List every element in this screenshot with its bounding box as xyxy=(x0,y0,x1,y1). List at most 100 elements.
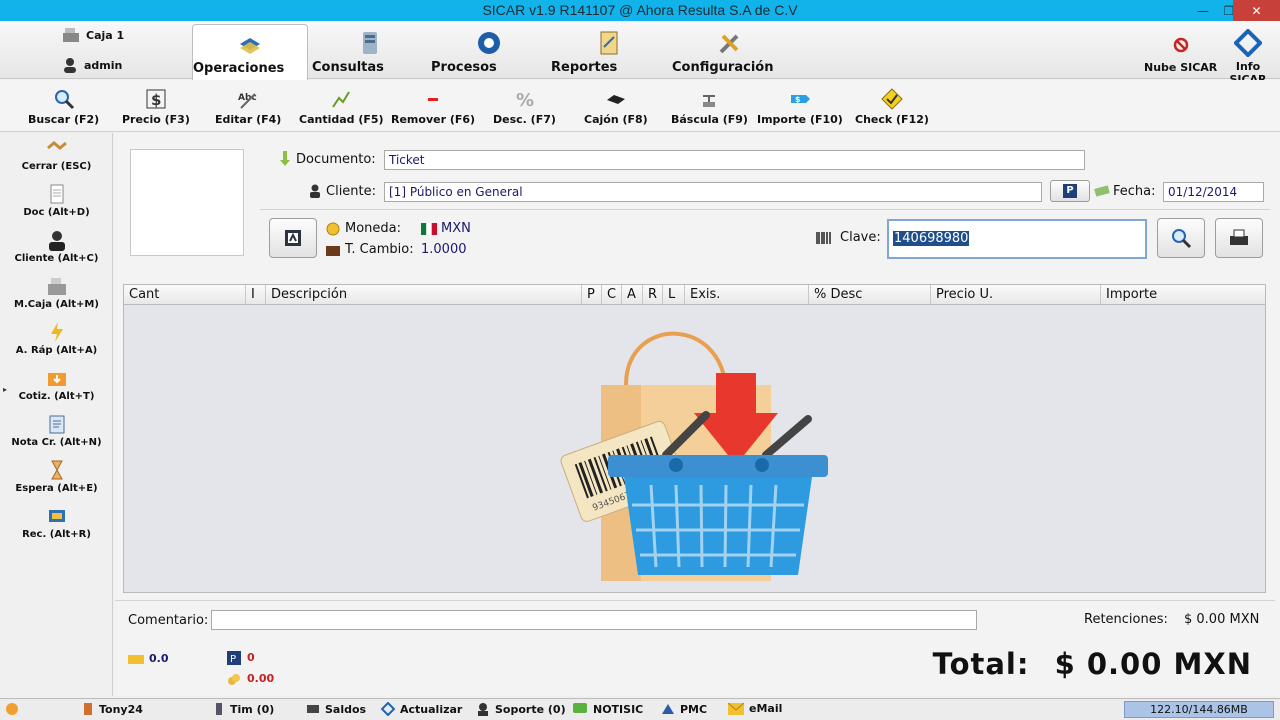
status-saldos[interactable]: Saldos xyxy=(306,702,366,716)
status-email[interactable]: eMail xyxy=(728,702,782,715)
barcode-icon xyxy=(816,232,831,244)
sidebar-cerrar[interactable]: Cerrar (ESC) xyxy=(0,137,113,172)
importe-button[interactable]: $ Importe (F10) xyxy=(757,88,843,126)
cash-drawer-button[interactable] xyxy=(269,218,317,258)
receive-icon xyxy=(48,510,65,522)
col-descripcion[interactable]: Descripción xyxy=(266,285,582,304)
col-exis[interactable]: Exis. xyxy=(685,285,809,304)
sidebar-rec[interactable]: Rec. (Alt+R) xyxy=(0,505,113,540)
comentario-field[interactable] xyxy=(211,610,977,630)
editar-button[interactable]: Abc Editar (F4) xyxy=(215,88,281,126)
clave-input[interactable]: 140698980 xyxy=(887,219,1147,259)
col-precio[interactable]: Precio U. xyxy=(931,285,1101,304)
cliente-field[interactable]: [1] Público en General xyxy=(384,182,1042,202)
operations-icon xyxy=(240,38,260,54)
tab-operaciones[interactable]: Operaciones xyxy=(192,24,308,80)
folder-download-icon xyxy=(47,373,66,386)
edit-text-icon: Abc xyxy=(238,93,257,109)
sidebar-arap[interactable]: A. Ráp (Alt+A) xyxy=(0,321,113,356)
sidebar-doc[interactable]: Doc (Alt+D) xyxy=(0,183,113,218)
cliente-label: Cliente: xyxy=(326,184,377,199)
col-p[interactable]: P xyxy=(582,285,602,304)
status-label: Tony24 xyxy=(99,702,143,716)
sidebar-label: Cotiz. (Alt+T) xyxy=(18,391,95,402)
precio-button[interactable]: $ Precio (F3) xyxy=(122,88,190,126)
sidebar-label: Espera (Alt+E) xyxy=(15,483,98,494)
fecha-field[interactable]: 01/12/2014 xyxy=(1163,182,1264,202)
col-desc[interactable]: % Desc xyxy=(809,285,931,304)
col-l[interactable]: L xyxy=(663,285,685,304)
tab-reportes[interactable]: Reportes xyxy=(551,24,667,79)
document-icon xyxy=(50,184,63,204)
nube-sicar-button[interactable]: Nube SICAR xyxy=(1144,35,1217,74)
saldos-icon xyxy=(307,705,319,713)
lightning-icon xyxy=(50,322,63,342)
quantity-icon xyxy=(332,91,351,108)
search-icon xyxy=(1172,229,1192,249)
cantidad-button[interactable]: Cantidad (F5) xyxy=(299,88,384,126)
caja-label: Caja 1 xyxy=(86,28,125,42)
col-r[interactable]: R xyxy=(643,285,663,304)
buscar-button[interactable]: Buscar (F2) xyxy=(28,88,99,126)
money-icon xyxy=(1094,185,1110,197)
descuento-label: Desc. (F7) xyxy=(493,113,556,126)
scale-icon xyxy=(703,95,716,107)
print-button[interactable] xyxy=(1215,218,1263,258)
product-image-box xyxy=(130,149,244,256)
fecha-label: Fecha: xyxy=(1113,184,1156,199)
col-cant[interactable]: Cant xyxy=(124,285,246,304)
cajon-button[interactable]: Cajón (F8) xyxy=(584,88,648,126)
clave-value: 140698980 xyxy=(893,231,970,246)
status-actualizar[interactable]: Actualizar xyxy=(381,702,462,716)
documento-field[interactable]: Ticket xyxy=(384,150,1085,170)
register-icon xyxy=(47,278,66,295)
sidebar-notacr[interactable]: Nota Cr. (Alt+N) xyxy=(0,413,113,448)
tab-configuracion[interactable]: Configuración xyxy=(672,24,788,79)
items-grid-body: 9345067891 xyxy=(123,305,1266,593)
status-notisic[interactable]: NOTISIC xyxy=(572,702,643,716)
sale-panel: Documento: Ticket Cliente: [1] Público e… xyxy=(115,133,1280,696)
col-c[interactable]: C xyxy=(602,285,622,304)
bascula-label: Báscula (F9) xyxy=(671,113,748,126)
info-sicar-button[interactable]: Info SICAR xyxy=(1216,29,1280,86)
descuento-button[interactable]: % Desc. (F7) xyxy=(493,88,556,126)
p-button[interactable]: P xyxy=(1050,180,1090,202)
bascula-button[interactable]: Báscula (F9) xyxy=(671,88,748,126)
remover-button[interactable]: Remover (F6) xyxy=(391,88,475,126)
sidebar-label: Doc (Alt+D) xyxy=(23,207,90,218)
total-display: Total: $ 0.00 MXN xyxy=(933,647,1252,681)
sidebar-cliente[interactable]: Cliente (Alt+C) xyxy=(0,229,113,264)
status-tim[interactable]: Tim (0) xyxy=(213,702,274,716)
client-small-icon xyxy=(310,184,320,198)
buscar-label: Buscar (F2) xyxy=(28,113,100,126)
check-button[interactable]: Check (F12) xyxy=(855,88,929,126)
close-window-button[interactable]: ✕ xyxy=(1233,0,1280,21)
sidebar-collapse-handle[interactable]: ▸ xyxy=(3,385,7,394)
server-icon xyxy=(363,32,377,54)
search-product-button[interactable] xyxy=(1157,218,1205,258)
user-status-icon xyxy=(84,703,92,715)
cambio-label: T. Cambio: xyxy=(345,242,414,257)
col-importe[interactable]: Importe xyxy=(1101,285,1265,304)
sidebar-mcaja[interactable]: M.Caja (Alt+M) xyxy=(0,275,113,310)
sidebar-label: Cerrar (ESC) xyxy=(21,161,92,172)
tab-procesos[interactable]: Procesos xyxy=(431,24,547,79)
col-i[interactable]: I xyxy=(246,285,266,304)
sidebar-espera[interactable]: Espera (Alt+E) xyxy=(0,459,113,494)
col-a[interactable]: A xyxy=(622,285,643,304)
minimize-button[interactable]: — xyxy=(1190,0,1216,21)
coins-icon xyxy=(228,674,240,685)
status-pmc[interactable]: PMC xyxy=(661,702,707,716)
svg-text:%: % xyxy=(516,90,534,110)
diamond-arrows-icon xyxy=(1234,29,1262,57)
tab-label: Procesos xyxy=(431,60,497,75)
gear-icon xyxy=(478,32,500,54)
sidebar-cotiz[interactable]: Cotiz. (Alt+T) xyxy=(0,367,113,402)
tab-consultas[interactable]: Consultas xyxy=(312,24,428,79)
left-sidebar: Cerrar (ESC) Doc (Alt+D) Cliente (Alt+C)… xyxy=(0,133,113,696)
editar-label: Editar (F4) xyxy=(215,113,282,126)
status-soporte[interactable]: Soporte (0) xyxy=(476,702,566,716)
status-tony24[interactable]: Tony24 xyxy=(82,702,143,716)
moneda-label: Moneda: xyxy=(345,221,402,236)
sidebar-label: A. Ráp (Alt+A) xyxy=(15,345,98,356)
